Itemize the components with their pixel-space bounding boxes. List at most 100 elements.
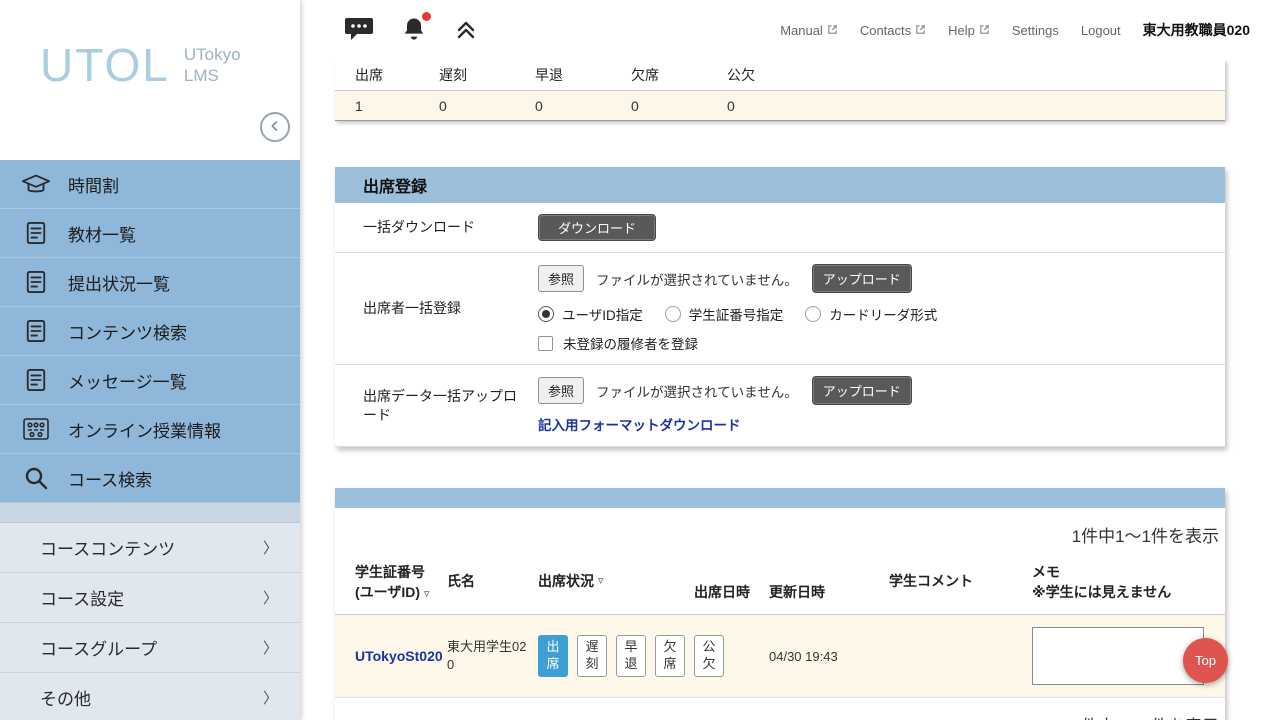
attendee-bulk-register-label: 出席者一括登録 [335, 289, 538, 328]
chevron-right-icon: 〉 [263, 587, 278, 608]
notification-dot [422, 12, 431, 21]
chat-button[interactable] [344, 16, 374, 45]
sidebar-divider [0, 503, 300, 523]
col-student-comment: 学生コメント [889, 555, 1032, 614]
summary-header-absent: 欠席 [623, 60, 719, 91]
radio-user-id-label: ユーザID指定 [562, 304, 643, 324]
col-student-id-line1: 学生証番号 [355, 564, 425, 580]
subnav-label: その他 [40, 685, 91, 710]
collapse-header-button[interactable] [454, 17, 478, 44]
sidebar-item-materials[interactable]: 教材一覧 [0, 209, 300, 258]
chat-icon [344, 16, 374, 45]
sidebar-item-label: コース検索 [68, 466, 152, 491]
logo-subtitle-line2: LMS [184, 65, 241, 86]
file-selection-status-2: ファイルが選択されていません。 [596, 381, 798, 401]
section-header-bar [335, 488, 1225, 508]
col-name: 氏名 [447, 555, 538, 614]
external-link-icon [915, 23, 926, 38]
document-icon [18, 367, 54, 393]
upload-button[interactable]: アップロード [812, 264, 912, 293]
external-link-icon [979, 23, 990, 38]
register-unenrolled-checkbox[interactable] [538, 336, 553, 351]
manual-link-label: Manual [780, 23, 823, 38]
radio-unselected-icon [805, 306, 821, 322]
contacts-link[interactable]: Contacts [860, 23, 926, 38]
radio-student-id-label: 学生証番号指定 [689, 304, 784, 324]
document-icon [18, 269, 54, 295]
sidebar-item-timetable[interactable]: 時間割 [0, 160, 300, 209]
summary-value-absent: 0 [623, 91, 719, 121]
logout-link[interactable]: Logout [1081, 23, 1121, 38]
scroll-to-top-button[interactable]: Top [1183, 638, 1228, 683]
logo-subtitle: UTokyo LMS [184, 44, 241, 87]
sidebar-item-label: オンライン授業情報 [68, 417, 221, 442]
memo-textarea[interactable] [1032, 627, 1204, 685]
document-icon [18, 220, 54, 246]
upload-button-2[interactable]: アップロード [812, 376, 912, 405]
chevron-right-icon: 〉 [263, 687, 278, 708]
col-status[interactable]: 出席状況▿ [538, 555, 694, 614]
topbar: Manual Contacts Help Settings [300, 0, 1280, 60]
sidebar-item-online-class-info[interactable]: オンライン授業情報 [0, 405, 300, 454]
browse-button-2[interactable]: 参照 [538, 377, 584, 404]
format-download-link[interactable]: 記入用フォーマットダウンロード [538, 414, 741, 434]
sidebar-item-messages[interactable]: メッセージ一覧 [0, 356, 300, 405]
col-memo-line2: ※学生には見えません [1032, 584, 1171, 600]
radio-card-reader[interactable]: カードリーダ形式 [805, 304, 937, 324]
radio-user-id[interactable]: ユーザID指定 [538, 304, 643, 324]
attendance-data-upload-label: 出席データ一括アップロード [335, 377, 538, 435]
radio-student-id-number[interactable]: 学生証番号指定 [665, 304, 784, 324]
subnav-label: コースグループ [40, 635, 157, 660]
status-button-present[interactable]: 出席 [538, 635, 568, 677]
logo-area: UTOL UTokyo LMS [0, 0, 300, 160]
sidebar-item-course-contents[interactable]: コースコンテンツ 〉 [0, 523, 300, 573]
col-student-id[interactable]: 学生証番号 (ユーザID)▿ [335, 555, 447, 614]
student-id-link[interactable]: UTokyoSt020 [355, 648, 443, 664]
sidebar-item-course-search[interactable]: コース検索 [0, 454, 300, 503]
settings-link[interactable]: Settings [1012, 23, 1059, 38]
radio-unselected-icon [665, 306, 681, 322]
main-content: 出席 遅刻 早退 欠席 公欠 1 0 0 0 0 出席登録 一括ダウンロード [335, 60, 1225, 720]
chevron-right-icon: 〉 [263, 537, 278, 558]
summary-value-present: 1 [335, 91, 431, 121]
col-memo-line1: メモ [1032, 564, 1060, 580]
download-button[interactable]: ダウンロード [538, 214, 656, 241]
summary-value-excused: 0 [719, 91, 815, 121]
sidebar-item-course-group[interactable]: コースグループ 〉 [0, 623, 300, 673]
document-icon [18, 318, 54, 344]
sidebar-collapse-button[interactable] [260, 112, 290, 142]
manual-link[interactable]: Manual [780, 23, 838, 38]
update-datetime: 04/30 19:43 [769, 649, 838, 664]
radio-selected-icon [538, 306, 554, 322]
sidebar-item-content-search[interactable]: コンテンツ検索 [0, 307, 300, 356]
sidebar-nav: 時間割 教材一覧 提出状況一覧 コンテンツ検索 [0, 160, 300, 503]
browse-button[interactable]: 参照 [538, 265, 584, 292]
help-link-label: Help [948, 23, 975, 38]
status-button-early-leave[interactable]: 早退 [616, 635, 646, 677]
col-memo: メモ ※学生には見えません [1032, 555, 1225, 614]
file-selection-status: ファイルが選択されていません。 [596, 269, 798, 289]
sidebar-item-others[interactable]: その他 〉 [0, 673, 300, 720]
notifications-button[interactable] [400, 15, 428, 46]
collapse-up-icon [454, 17, 478, 44]
sidebar-subnav: コースコンテンツ 〉 コース設定 〉 コースグループ 〉 その他 〉 [0, 523, 300, 720]
sidebar-item-label: コンテンツ検索 [68, 319, 187, 344]
student-name: 東大用学生020 [447, 638, 532, 674]
user-name: 東大用教職員020 [1143, 20, 1250, 40]
status-button-absent[interactable]: 欠席 [655, 635, 685, 677]
help-link[interactable]: Help [948, 23, 990, 38]
sidebar-item-submissions[interactable]: 提出状況一覧 [0, 258, 300, 307]
sort-icon[interactable]: ▿ [598, 574, 604, 589]
student-table-header: 学生証番号 (ユーザID)▿ 氏名 出席状況▿ 出席日時 更新日時 学生コメント… [335, 555, 1225, 615]
subnav-label: コース設定 [40, 585, 124, 610]
status-button-late[interactable]: 遅刻 [577, 635, 607, 677]
sort-icon[interactable]: ▿ [424, 588, 430, 600]
student-attendance-section: 1件中1〜1件を表示 学生証番号 (ユーザID)▿ 氏名 出席状況▿ 出席日時 … [335, 488, 1225, 720]
sidebar-item-course-settings[interactable]: コース設定 〉 [0, 573, 300, 623]
sidebar-item-label: 時間割 [68, 172, 119, 197]
sidebar-item-label: 教材一覧 [68, 221, 136, 246]
subnav-label: コースコンテンツ [40, 535, 175, 560]
summary-header-late: 遅刻 [431, 60, 527, 91]
register-type-radio-group: ユーザID指定 学生証番号指定 カードリーダ形式 [538, 304, 1225, 324]
search-icon [18, 465, 54, 491]
